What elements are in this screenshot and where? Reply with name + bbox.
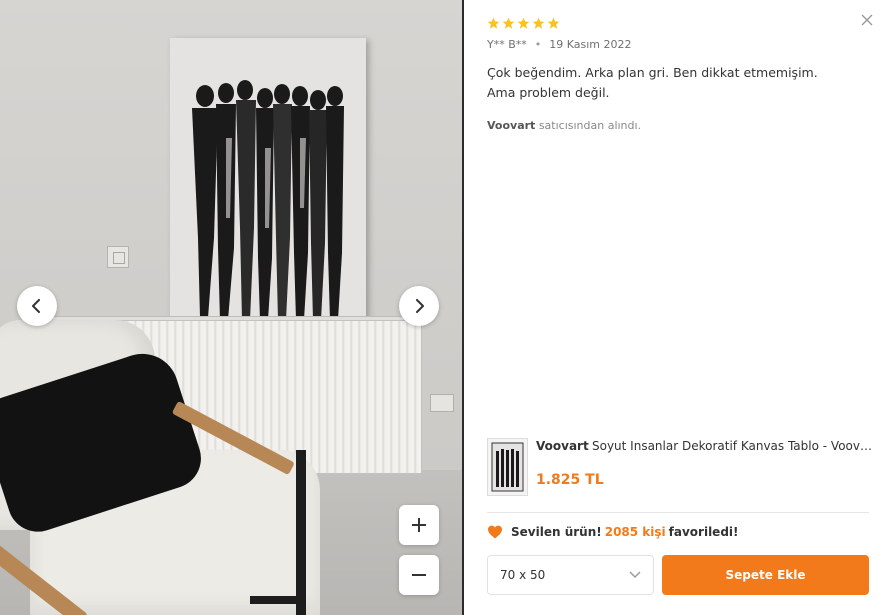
armchair-leg	[296, 450, 306, 615]
review-photo	[0, 0, 462, 615]
seller-name[interactable]: Voovart	[487, 119, 535, 132]
chevron-left-icon	[32, 299, 40, 313]
review-panel: Y** B** • 19 Kasım 2022 Çok beğendim. Ar…	[464, 0, 889, 615]
meta-separator: •	[534, 38, 542, 51]
previous-image-button[interactable]	[17, 286, 57, 326]
favorite-suffix: favoriledi!	[668, 525, 739, 539]
separator	[487, 512, 869, 513]
star-icon	[547, 17, 560, 29]
armchair-leg-base	[250, 596, 306, 604]
light-switch	[107, 246, 129, 268]
zoom-out-button[interactable]	[399, 555, 439, 595]
plus-icon	[412, 518, 426, 532]
seller-suffix: satıcısından alındı.	[538, 119, 642, 132]
product-thumbnail[interactable]	[487, 438, 528, 496]
size-select-value: 70 x 50	[500, 568, 546, 582]
star-icon	[532, 17, 545, 29]
zoom-in-button[interactable]	[399, 505, 439, 545]
rating-stars	[487, 17, 560, 30]
product-price: 1.825 TL	[536, 472, 604, 488]
size-select[interactable]: 70 x 50	[487, 555, 654, 595]
star-icon	[517, 17, 530, 29]
product-card[interactable]: Voovart Soyut Insanlar Dekoratif Kanvas …	[487, 438, 872, 498]
add-to-cart-button[interactable]: Sepete Ekle	[662, 555, 869, 595]
product-image	[491, 442, 524, 492]
favorite-count: 2085 kişi	[604, 525, 666, 539]
canvas-painting	[170, 38, 366, 324]
favorite-prefix: Sevilen ürün!	[511, 525, 602, 539]
wall-socket	[430, 394, 454, 412]
chevron-right-icon	[416, 299, 424, 313]
minus-icon	[412, 574, 426, 576]
review-text: Çok beğendim. Arka plan gri. Ben dikkat …	[487, 65, 818, 100]
close-icon	[861, 14, 873, 26]
star-icon	[502, 17, 515, 29]
painting-figures	[192, 80, 344, 320]
favorite-info: Sevilen ürün! 2085 kişi favoriledi!	[487, 524, 739, 540]
chevron-down-icon	[629, 571, 641, 578]
seller-info: Voovart satıcısından alındı.	[487, 119, 641, 132]
review-meta: Y** B** • 19 Kasım 2022	[487, 38, 632, 51]
product-name[interactable]: Soyut Insanlar Dekoratif Kanvas Tablo - …	[592, 439, 872, 453]
review-author: Y** B**	[487, 38, 527, 51]
review-date: 19 Kasım 2022	[549, 38, 632, 51]
next-image-button[interactable]	[399, 286, 439, 326]
heart-icon	[488, 525, 502, 539]
close-button[interactable]	[860, 12, 874, 26]
product-brand[interactable]: Voovart	[536, 439, 589, 453]
star-icon	[487, 17, 500, 29]
